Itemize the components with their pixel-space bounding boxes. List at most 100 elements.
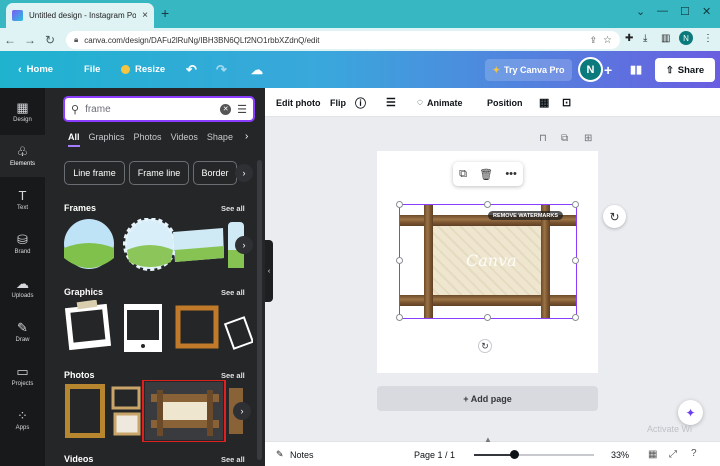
rail-item-apps[interactable]: ⁘ Apps bbox=[0, 399, 45, 441]
animate-button[interactable]: ◌ Animate bbox=[417, 88, 462, 117]
notes-icon[interactable]: ✎ bbox=[276, 449, 284, 460]
chip-frame-line[interactable]: Frame line bbox=[129, 161, 189, 185]
fullscreen-icon[interactable]: ⤢ bbox=[669, 449, 677, 460]
position-button[interactable]: Position bbox=[487, 88, 523, 117]
delete-element-icon[interactable]: 🗑︎ bbox=[479, 168, 493, 181]
see-all-graphics-link[interactable]: See all bbox=[221, 288, 245, 297]
rail-item-uploads[interactable]: ☁ Uploads bbox=[0, 267, 45, 309]
chip-border[interactable]: Border bbox=[193, 161, 237, 185]
see-all-photos-link[interactable]: See all bbox=[221, 371, 245, 380]
regenerate-icon[interactable]: ↻ bbox=[603, 205, 626, 228]
undo-icon[interactable]: ↶ bbox=[186, 51, 197, 88]
resize-handle-top-left[interactable] bbox=[396, 201, 403, 208]
tabs-chevron-right-icon[interactable]: › bbox=[245, 131, 248, 142]
insights-chart-icon[interactable]: ▮▮ bbox=[630, 51, 642, 88]
edit-photo-button[interactable]: Edit photo bbox=[276, 88, 321, 117]
photos-chevron-right-icon[interactable]: › bbox=[233, 402, 251, 420]
transparency-icon[interactable]: ▦ bbox=[539, 88, 549, 117]
torn-frame-thumbnail[interactable] bbox=[173, 228, 224, 262]
flip-button[interactable]: Flip bbox=[330, 88, 346, 117]
border-style-icon[interactable]: ☰ bbox=[386, 88, 396, 117]
search-field[interactable]: ⚲ frame ✕ ☰ bbox=[63, 96, 255, 122]
download-icon[interactable]: ⤓ bbox=[643, 33, 647, 44]
scalloped-frame-thumbnail[interactable] bbox=[123, 218, 177, 271]
tab-search-icon[interactable]: ⌄ bbox=[636, 5, 645, 18]
lock-element-icon[interactable]: ⊡ bbox=[562, 88, 571, 117]
camera-frame-thumbnail[interactable] bbox=[223, 316, 253, 350]
rail-item-projects[interactable]: ▭ Projects bbox=[0, 355, 45, 397]
selected-wood-frame-photo[interactable]: Canva REMOVE WATERMARKS bbox=[399, 204, 577, 319]
close-window-button[interactable]: ✕ bbox=[702, 5, 711, 18]
resize-handle-bottom-right[interactable] bbox=[572, 314, 579, 321]
maximize-button[interactable]: ☐ bbox=[680, 5, 690, 18]
panel-scrollbar[interactable] bbox=[257, 160, 262, 460]
browser-tab[interactable]: Untitled design - Instagram Post × bbox=[6, 3, 154, 28]
resize-button[interactable]: Resize bbox=[121, 51, 165, 88]
reload-icon[interactable]: ↻ bbox=[40, 33, 60, 47]
tab-close-icon[interactable]: × bbox=[142, 10, 148, 21]
rail-item-elements[interactable]: ♧ Elements bbox=[0, 135, 45, 177]
help-icon[interactable]: ? bbox=[691, 448, 697, 459]
rotate-handle-icon[interactable]: ↻ bbox=[478, 339, 492, 353]
show-pages-chevron-icon[interactable]: ▲ bbox=[484, 435, 492, 444]
rail-item-brand[interactable]: ⛁ Brand bbox=[0, 223, 45, 265]
resize-handle-bottom[interactable] bbox=[484, 314, 491, 321]
frames-chevron-right-icon[interactable]: › bbox=[235, 236, 253, 254]
filter-sliders-icon[interactable]: ☰ bbox=[237, 103, 247, 116]
add-collaborator-icon[interactable]: + bbox=[604, 51, 612, 88]
notes-button[interactable]: Notes bbox=[290, 450, 314, 460]
add-page-icon[interactable]: ⊞ bbox=[584, 133, 592, 144]
new-tab-button[interactable]: + bbox=[161, 6, 169, 20]
copy-element-icon[interactable]: ⧉ bbox=[459, 168, 467, 181]
lock-page-icon[interactable]: ⊓ bbox=[539, 133, 547, 144]
profile-avatar[interactable]: N bbox=[679, 31, 693, 45]
extensions-puzzle-icon[interactable]: ✚ bbox=[625, 33, 633, 44]
zoom-slider-thumb[interactable] bbox=[509, 450, 519, 459]
forward-arrow-icon[interactable]: → bbox=[20, 33, 40, 47]
user-avatar[interactable]: N bbox=[578, 57, 603, 82]
see-all-frames-link[interactable]: See all bbox=[221, 204, 245, 213]
resize-handle-bottom-left[interactable] bbox=[396, 314, 403, 321]
circle-frame-thumbnail[interactable] bbox=[64, 219, 114, 269]
bookmark-star-icon[interactable]: ☆ bbox=[603, 35, 612, 46]
tab-photos[interactable]: Photos bbox=[134, 132, 162, 147]
grid-view-icon[interactable]: ▦ bbox=[648, 449, 657, 460]
minimize-button[interactable]: — bbox=[657, 5, 668, 17]
see-all-videos-link[interactable]: See all bbox=[221, 455, 245, 464]
tab-graphics[interactable]: Graphics bbox=[89, 132, 125, 147]
cloud-save-icon[interactable]: ☁ bbox=[251, 51, 263, 88]
tab-videos[interactable]: Videos bbox=[171, 132, 198, 147]
page-indicator[interactable]: Page 1 / 1 bbox=[414, 450, 455, 460]
redo-icon[interactable]: ↷ bbox=[216, 51, 227, 88]
resize-handle-right[interactable] bbox=[572, 257, 579, 264]
add-page-button[interactable]: + Add page bbox=[377, 386, 598, 411]
chips-chevron-right-icon[interactable]: › bbox=[235, 164, 253, 182]
home-button[interactable]: ‹ Home bbox=[18, 51, 53, 88]
chip-line-frame[interactable]: Line frame bbox=[64, 161, 125, 185]
rail-item-draw[interactable]: ✎ Draw bbox=[0, 311, 45, 353]
address-bar[interactable]: 🔒︎ canva.com/design/DAFu2lRuNg/IBH3BN6QL… bbox=[66, 31, 620, 49]
share-page-icon[interactable]: ⇪ bbox=[589, 35, 597, 46]
wooden-frame-thumbnail[interactable] bbox=[175, 305, 219, 349]
resize-handle-top-right[interactable] bbox=[572, 201, 579, 208]
tab-shapes[interactable]: Shape bbox=[207, 132, 233, 147]
file-menu-button[interactable]: File bbox=[84, 51, 100, 88]
info-icon[interactable]: ⓘ bbox=[355, 88, 366, 117]
side-panel-icon[interactable]: ▥ bbox=[661, 33, 670, 44]
magic-assistant-icon[interactable]: ✦ bbox=[678, 400, 703, 425]
wood-frame-photo-thumbnail[interactable] bbox=[142, 380, 226, 442]
more-options-icon[interactable]: ••• bbox=[505, 168, 517, 180]
resize-handle-top[interactable] bbox=[484, 201, 491, 208]
rail-item-design[interactable]: ▦ Design bbox=[0, 91, 45, 133]
small-frames-photo-thumbnail[interactable] bbox=[111, 386, 141, 436]
duplicate-page-icon[interactable]: ⧉ bbox=[561, 133, 568, 144]
rail-item-text[interactable]: T Text bbox=[0, 179, 45, 221]
back-arrow-icon[interactable]: ← bbox=[0, 33, 20, 47]
instagram-frame-thumbnail[interactable] bbox=[124, 304, 162, 352]
collapse-panel-handle[interactable]: ‹ bbox=[265, 240, 273, 302]
resize-handle-left[interactable] bbox=[396, 257, 403, 264]
gold-frame-photo-thumbnail[interactable] bbox=[65, 384, 105, 438]
browser-menu-icon[interactable]: ⋮ bbox=[703, 33, 713, 44]
polaroid-tape-thumbnail[interactable] bbox=[64, 300, 112, 351]
clear-search-icon[interactable]: ✕ bbox=[220, 103, 232, 115]
